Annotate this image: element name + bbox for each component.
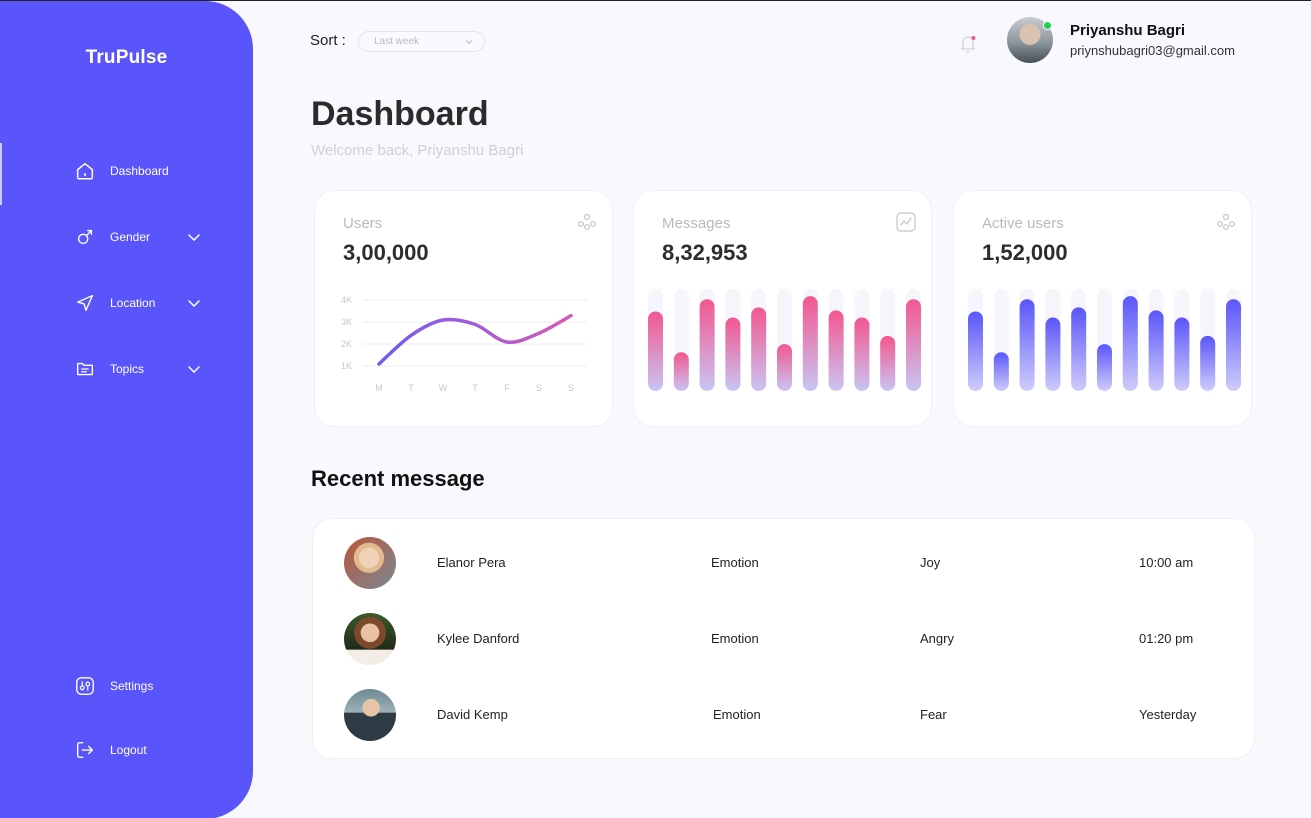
stat-card-messages: Messages 8,32,953 [633,190,932,427]
stat-card-active-users: Active users 1,52,000 [953,190,1252,427]
page-title: Dashboard [311,95,489,133]
settings-icon [76,677,94,695]
active-users-bar [1226,299,1241,391]
active-users-bar [993,352,1009,391]
messages-bar [725,317,741,391]
sidebar-item-settings[interactable]: Settings [74,675,153,697]
notification-bell-icon[interactable] [958,32,978,54]
sidebar-item-label: Dashboard [110,164,169,178]
sidebar: TruPulse Dashboard Gender Location Topic… [0,1,253,818]
welcome-subtitle: Welcome back, Priyanshu Bagri [311,142,524,159]
message-time: 10:00 am [1139,555,1194,570]
messages-bar [880,335,896,391]
active-nav-marker [0,143,2,205]
x-tick-label: T [472,383,478,393]
messages-bar [699,299,715,391]
sidebar-item-logout[interactable]: Logout [74,739,147,761]
x-tick-label: M [375,383,383,393]
message-type: Emotion [713,707,761,722]
topics-icon [76,362,94,376]
message-type: Emotion [711,631,759,646]
stat-card-users: Users 3,00,000 1K 2K 3K 4K M T W T F S S [314,190,613,427]
x-tick-label: T [408,383,414,393]
active-users-bar-chart [968,289,1241,391]
sidebar-item-topics[interactable]: Topics [74,358,200,380]
messages-bar [648,311,663,391]
y-tick-label: 4K [341,295,352,305]
chevron-down-icon [465,40,473,45]
emotion-label: Fear [920,707,947,722]
brand-logo[interactable]: TruPulse [0,47,253,69]
x-tick-label: S [536,383,542,393]
message-row[interactable]: Kylee Danford Emotion Angry 01:20 pm [313,613,1256,665]
message-row[interactable]: Elanor Pera Emotion Joy 10:00 am [313,537,1256,589]
y-tick-label: 3K [341,317,352,327]
sidebar-item-gender[interactable]: Gender [74,226,200,248]
sort-label: Sort : [310,32,346,49]
home-icon [76,162,94,180]
sort-selected-value: Last week [374,36,420,47]
y-tick-label: 1K [341,361,352,371]
location-arrow-icon [76,294,94,312]
messages-bar [777,344,792,391]
chevron-down-icon[interactable] [186,361,202,377]
sidebar-item-label: Topics [110,362,145,376]
x-tick-label: W [439,383,448,393]
x-tick-label: F [504,383,510,393]
message-time: Yesterday [1139,707,1197,722]
message-type: Emotion [711,555,759,570]
messages-bar [751,307,767,391]
users-series-line [377,313,573,366]
chevron-down-icon[interactable] [186,229,202,245]
sender-name: David Kemp [437,707,508,722]
sidebar-item-label: Gender [110,230,151,244]
active-users-bar [1122,296,1138,391]
online-status-indicator [1043,21,1052,30]
active-users-bar [1071,307,1087,391]
active-users-bar [1148,310,1164,391]
users-line-chart: 1K 2K 3K 4K M T W T F S S [341,295,587,393]
sidebar-item-label: Settings [110,679,154,693]
active-users-bar [968,311,983,391]
messages-bar [906,299,921,391]
avatar [344,613,396,665]
recent-messages-list: Elanor Pera Emotion Joy 10:00 am Kylee D… [312,518,1255,759]
sidebar-item-location[interactable]: Location [74,292,200,314]
avatar [344,537,396,589]
messages-bar [802,296,818,391]
user-email: priynshubagri03@gmail.com [1070,43,1235,58]
recent-messages-title: Recent message [311,466,485,491]
emotion-label: Joy [920,555,941,570]
messages-bar [828,310,844,391]
logout-icon [76,741,94,759]
messages-bar-chart [648,289,921,391]
gender-icon [77,229,93,245]
message-row[interactable]: David Kemp Emotion Fear Yesterday [313,689,1256,741]
active-users-bar [1045,317,1061,391]
emotion-label: Angry [920,631,954,646]
sidebar-item-dashboard[interactable]: Dashboard [74,160,169,182]
messages-bar [854,317,870,391]
active-users-bar [1097,344,1112,391]
sender-name: Elanor Pera [437,555,506,570]
sidebar-item-label: Logout [110,743,147,757]
avatar [344,689,396,741]
active-users-bar [1019,299,1035,391]
user-name: Priyanshu Bagri [1070,22,1186,39]
sidebar-item-label: Location [110,296,156,310]
x-tick-label: S [568,383,574,393]
active-users-bar [1174,317,1190,391]
messages-bar [673,352,689,391]
sender-name: Kylee Danford [437,631,520,646]
chevron-down-icon[interactable] [186,295,202,311]
sort-dropdown[interactable]: Last week [358,31,485,52]
active-users-bar [1200,335,1216,391]
y-tick-label: 2K [341,339,352,349]
message-time: 01:20 pm [1139,631,1194,646]
